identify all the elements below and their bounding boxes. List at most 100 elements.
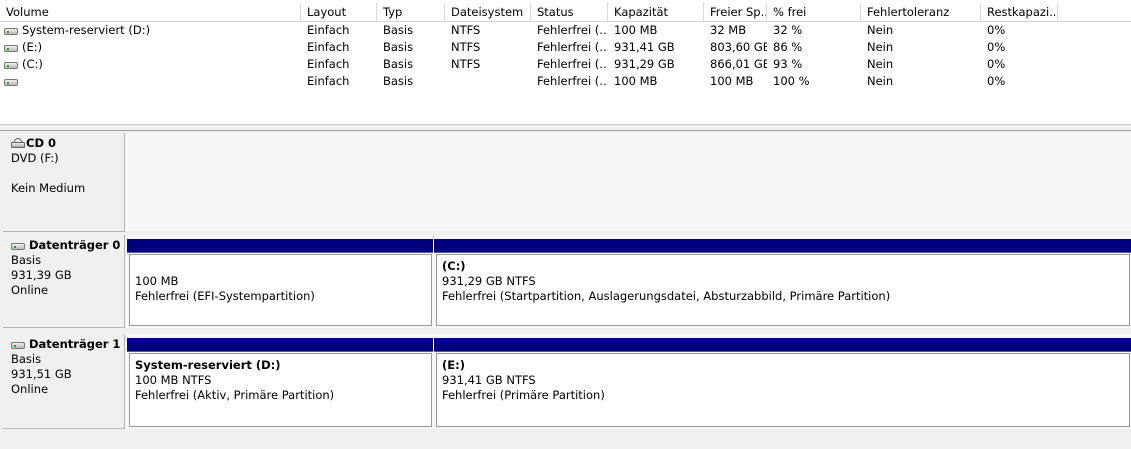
cell-prozent-frei: 93 % — [773, 57, 803, 71]
cell-kapazitaet: 931,41 GB — [614, 40, 675, 54]
cell-typ: Basis — [383, 57, 414, 71]
partition-efi[interactable]: 100 MB Fehlerfrei (EFI-Systempartition) — [127, 239, 433, 328]
partition-bar — [127, 338, 433, 352]
cell-dateisystem: NTFS — [451, 40, 481, 54]
partition-name: (C:) — [442, 259, 466, 273]
col-prozent-frei[interactable]: % frei — [767, 3, 861, 21]
partition-e[interactable]: (E:) 931,41 GB NTFS Fehlerfrei (Primäre … — [434, 338, 1131, 429]
cell-status: Fehlerfrei (... — [537, 40, 608, 54]
cell-volume: System-reserviert (D:) — [22, 23, 151, 37]
disk-title: Datenträger 1 — [29, 337, 121, 351]
partition-size: 100 MB — [135, 274, 179, 288]
cell-restkapazitaet: 0% — [987, 57, 1006, 71]
cell-dateisystem: NTFS — [451, 23, 481, 37]
table-row[interactable]: (C:) Einfach Basis NTFS Fehlerfrei (... … — [0, 56, 1131, 73]
cell-freier-speicher: 866,01 GB — [710, 57, 767, 71]
cell-prozent-frei: 86 % — [773, 40, 803, 54]
partition-bar — [434, 239, 1131, 253]
cell-typ: Basis — [383, 40, 414, 54]
cell-freier-speicher: 803,60 GB — [710, 40, 767, 54]
volume-list[interactable]: Volume Layout Typ Dateisystem Status Kap… — [0, 0, 1131, 124]
disk-state: Online — [11, 382, 49, 396]
disk-label[interactable]: CD 0 DVD (F:) Kein Medium — [3, 133, 125, 232]
col-layout[interactable]: Layout — [301, 3, 377, 21]
disk-size: 931,51 GB — [11, 367, 72, 381]
cell-kapazitaet: 100 MB — [614, 74, 658, 88]
cell-freier-speicher: 32 MB — [710, 23, 747, 37]
partition-status: Fehlerfrei (Primäre Partition) — [442, 388, 605, 402]
disk-size: 931,39 GB — [11, 268, 72, 282]
partition-status: Fehlerfrei (EFI-Systempartition) — [135, 289, 315, 303]
disk-label[interactable]: Datenträger 1 Basis 931,51 GB Online — [3, 334, 125, 429]
col-fehlertoleranz[interactable]: Fehlertoleranz — [861, 3, 981, 21]
cell-fehlertoleranz: Nein — [867, 57, 894, 71]
cell-dateisystem: NTFS — [451, 57, 481, 71]
disk-1[interactable]: Datenträger 1 Basis 931,51 GB Online Sys… — [0, 332, 1131, 429]
disk-state: Online — [11, 283, 49, 297]
partition-bar — [434, 338, 1131, 352]
col-kapazitaet[interactable]: Kapazität — [608, 3, 704, 21]
disk-label[interactable]: Datenträger 0 Basis 931,39 GB Online — [3, 235, 125, 328]
column-header: Volume Layout Typ Dateisystem Status Kap… — [0, 3, 1131, 22]
cell-status: Fehlerfrei (... — [537, 74, 608, 88]
drive-icon — [4, 45, 18, 52]
disk-type: Basis — [11, 253, 42, 267]
cell-layout: Einfach — [307, 74, 350, 88]
drive-icon — [4, 28, 18, 35]
cell-kapazitaet: 100 MB — [614, 23, 658, 37]
cell-volume: (E:) — [22, 40, 43, 54]
cell-layout: Einfach — [307, 40, 350, 54]
cell-fehlertoleranz: Nein — [867, 23, 894, 37]
cell-dateisystem — [445, 73, 531, 90]
disk-title: CD 0 — [26, 136, 56, 150]
cell-prozent-frei: 32 % — [773, 23, 803, 37]
disk-title: Datenträger 0 — [29, 238, 121, 252]
partition-name: System-reserviert (D:) — [135, 358, 281, 372]
disk-area-empty — [126, 133, 1131, 231]
disk-type: Basis — [11, 352, 42, 366]
partition-status: Fehlerfrei (Startpartition, Auslagerungs… — [442, 289, 891, 303]
pane-bottom — [0, 431, 1131, 449]
cell-fehlertoleranz: Nein — [867, 40, 894, 54]
disk-icon — [11, 243, 25, 250]
col-restkapazitaet[interactable]: Restkapazi... — [981, 3, 1058, 21]
cell-layout: Einfach — [307, 57, 350, 71]
partition-name: (E:) — [442, 358, 465, 372]
disk-media-status: Kein Medium — [11, 181, 86, 195]
partition-size: 100 MB NTFS — [135, 373, 212, 387]
drive-icon — [4, 62, 18, 69]
cell-restkapazitaet: 0% — [987, 74, 1006, 88]
cell-typ: Basis — [383, 74, 414, 88]
partition-d[interactable]: System-reserviert (D:) 100 MB NTFS Fehle… — [127, 338, 433, 429]
col-freier-speicher[interactable]: Freier Sp... — [704, 3, 767, 21]
cell-kapazitaet: 931,29 GB — [614, 57, 675, 71]
table-row[interactable]: Einfach Basis Fehlerfrei (... 100 MB 100… — [0, 73, 1131, 90]
drive-icon — [4, 79, 18, 86]
cell-status: Fehlerfrei (... — [537, 23, 608, 37]
partition-size: 931,41 GB NTFS — [442, 373, 536, 387]
cell-fehlertoleranz: Nein — [867, 74, 894, 88]
cell-typ: Basis — [383, 23, 414, 37]
partition-size: 931,29 GB NTFS — [442, 274, 536, 288]
col-status[interactable]: Status — [531, 3, 608, 21]
disk-drive: DVD (F:) — [11, 151, 59, 165]
cell-status: Fehlerfrei (... — [537, 57, 608, 71]
cell-volume: (C:) — [22, 57, 43, 71]
table-row[interactable]: System-reserviert (D:) Einfach Basis NTF… — [0, 22, 1131, 39]
pane-splitter[interactable] — [0, 124, 1131, 131]
col-dateisystem[interactable]: Dateisystem — [445, 3, 531, 21]
table-row[interactable]: (E:) Einfach Basis NTFS Fehlerfrei (... … — [0, 39, 1131, 56]
disk-icon — [11, 342, 25, 349]
cd-drive-icon — [11, 138, 25, 148]
cell-layout: Einfach — [307, 23, 350, 37]
cell-freier-speicher: 100 MB — [710, 74, 754, 88]
col-volume[interactable]: Volume — [0, 3, 301, 21]
partition-c[interactable]: (C:) 931,29 GB NTFS Fehlerfrei (Startpar… — [434, 239, 1131, 328]
cell-prozent-frei: 100 % — [773, 74, 810, 88]
disk-cd0[interactable]: CD 0 DVD (F:) Kein Medium — [0, 131, 1131, 232]
cell-restkapazitaet: 0% — [987, 23, 1006, 37]
col-typ[interactable]: Typ — [377, 3, 445, 21]
disk-0[interactable]: Datenträger 0 Basis 931,39 GB Online 100… — [0, 233, 1131, 328]
cell-restkapazitaet: 0% — [987, 40, 1006, 54]
partition-status: Fehlerfrei (Aktiv, Primäre Partition) — [135, 388, 335, 402]
